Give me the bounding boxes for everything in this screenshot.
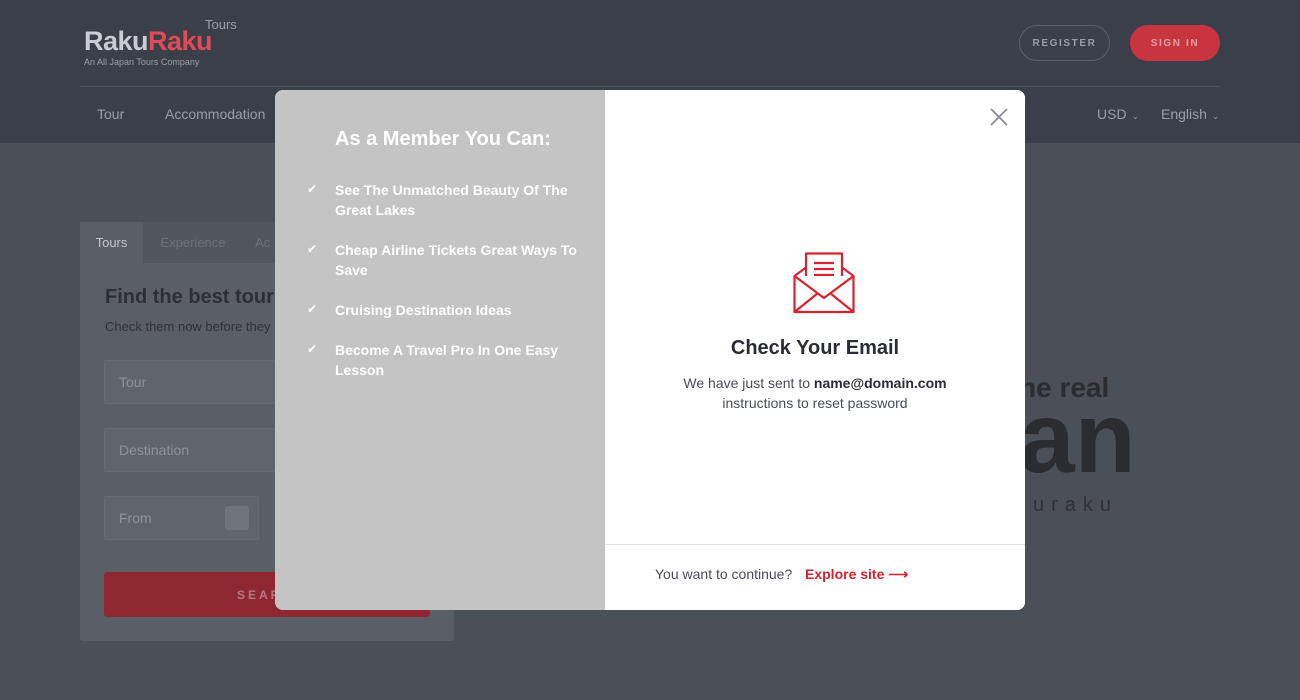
- nav-item-tour[interactable]: Tour: [97, 106, 124, 122]
- member-benefits-panel: As a Member You Can: ✔ See The Unmatched…: [275, 90, 605, 610]
- search-card-subtitle: Check them now before they: [105, 319, 271, 334]
- sign-in-button[interactable]: SIGN IN: [1130, 25, 1220, 61]
- chevron-down-icon: ⌄: [1211, 111, 1220, 121]
- logo-wordmark: RakuRaku: [84, 26, 213, 56]
- check-email-title: Check Your Email: [730, 337, 900, 359]
- check-icon: ✔: [307, 342, 318, 356]
- tab-experience[interactable]: Experience: [143, 222, 243, 263]
- check-email-panel: Check Your Email We have just sent to na…: [605, 90, 1025, 610]
- language-select[interactable]: English ⌄: [1161, 106, 1219, 122]
- check-icon: ✔: [307, 242, 318, 256]
- logo[interactable]: Tours RakuRaku An All Japan Tours Compan…: [84, 17, 237, 67]
- benefit-text: See The Unmatched Beauty Of The Great La…: [335, 182, 568, 218]
- email-address: name@domain.com: [813, 375, 947, 391]
- continue-question: You want to continue?: [655, 566, 793, 582]
- benefit-text: Become A Travel Pro In One Easy Lesson: [335, 342, 559, 378]
- hero-line-2: an: [1019, 382, 1136, 494]
- hero-line-3: uraku: [1033, 494, 1119, 516]
- reset-password-modal: As a Member You Can: ✔ See The Unmatched…: [275, 90, 1025, 610]
- logo-part2: Raku: [148, 26, 213, 56]
- register-button[interactable]: REGISTER: [1019, 25, 1110, 61]
- message-suffix: instructions to reset password: [722, 395, 908, 411]
- explore-site-link[interactable]: Explore site ⟶: [805, 566, 908, 583]
- logo-tagline: An All Japan Tours Company: [84, 57, 200, 67]
- search-card-title: Find the best tours: [105, 286, 285, 308]
- chevron-down-icon: ⌄: [1131, 111, 1140, 121]
- nav-item-accommodation[interactable]: Accommodation: [165, 106, 265, 122]
- calendar-icon[interactable]: [225, 506, 249, 530]
- benefit-item: ✔ Cheap Airline Tickets Great Ways To Sa…: [307, 240, 577, 280]
- currency-value: USD: [1097, 106, 1127, 122]
- logo-tag: Tours: [205, 17, 237, 32]
- benefit-text: Cheap Airline Tickets Great Ways To Save: [335, 242, 577, 278]
- currency-select[interactable]: USD ⌄: [1097, 106, 1139, 122]
- destination-field[interactable]: Destination: [104, 428, 304, 472]
- language-value: English: [1161, 106, 1207, 122]
- envelope-icon: [793, 252, 855, 319]
- logo-part1: Raku: [84, 26, 149, 56]
- benefit-item: ✔ Become A Travel Pro In One Easy Lesson: [307, 340, 577, 380]
- member-benefits-title: As a Member You Can:: [335, 128, 551, 150]
- benefit-item: ✔ Cruising Destination Ideas: [307, 300, 577, 320]
- tab-tours[interactable]: Tours: [80, 222, 143, 263]
- tour-field[interactable]: Tour: [104, 360, 304, 404]
- check-icon: ✔: [307, 302, 318, 316]
- message-prefix: We have just sent to: [683, 375, 814, 391]
- check-icon: ✔: [307, 182, 318, 196]
- footer-divider: [605, 544, 1025, 545]
- benefit-text: Cruising Destination Ideas: [335, 302, 512, 318]
- benefit-item: ✔ See The Unmatched Beauty Of The Great …: [307, 180, 577, 220]
- check-email-message: We have just sent to name@domain.com ins…: [605, 373, 1025, 413]
- close-icon[interactable]: [989, 107, 1009, 127]
- nav-divider: [80, 86, 1220, 87]
